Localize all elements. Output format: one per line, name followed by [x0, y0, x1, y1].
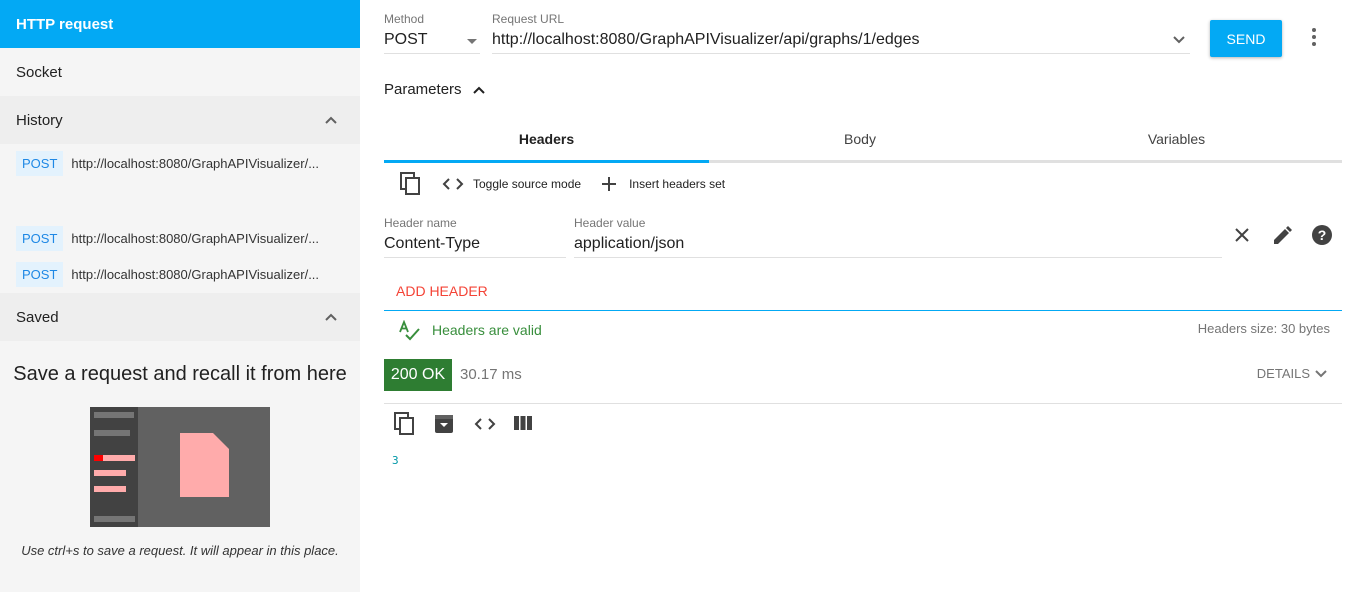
sidebar: HTTP request Socket History POST http://…: [0, 0, 360, 592]
history-url: http://localhost:8080/GraphAPIVisualizer…: [71, 230, 320, 246]
headers-valid-text: Headers are valid: [432, 322, 542, 338]
saved-help-text: Use ctrl+s to save a request. It will ap…: [21, 543, 339, 558]
insert-headers-label: Insert headers set: [629, 177, 726, 191]
dropdown-arrow-icon: [467, 39, 477, 44]
saved-label: Saved: [16, 308, 59, 326]
parameters-toggle[interactable]: Parameters: [384, 81, 486, 98]
close-icon[interactable]: [1235, 228, 1249, 242]
params-tabs: Headers Body Variables: [384, 117, 1342, 163]
method-badge: POST: [16, 150, 64, 176]
method-label: Method: [384, 12, 425, 26]
request-panel: Method POST Request URL http://localhost…: [384, 0, 1342, 592]
nav-socket-label: Socket: [16, 63, 62, 81]
method-badge: POST: [16, 225, 64, 251]
status-text: 200 OK: [390, 366, 446, 383]
chevron-down-icon: [1315, 369, 1327, 377]
method-select[interactable]: POST: [384, 28, 480, 54]
url-label: Request URL: [492, 12, 565, 26]
status-badge: 200 OK: [384, 359, 452, 391]
send-label: SEND: [1226, 30, 1266, 47]
nav-http-request[interactable]: HTTP request: [0, 0, 360, 48]
header-name-label: Header name: [384, 216, 457, 230]
method-value: POST: [384, 31, 428, 48]
tab-variables-label: Variables: [1147, 131, 1206, 147]
tab-headers[interactable]: Headers: [384, 117, 709, 161]
plus-icon: [602, 177, 617, 191]
saved-empty-illustration: [90, 407, 270, 527]
send-button[interactable]: SEND: [1210, 20, 1282, 57]
header-value-label: Header value: [574, 216, 646, 230]
edit-icon[interactable]: [1272, 226, 1292, 246]
copy-icon[interactable]: [400, 172, 422, 196]
details-toggle[interactable]: DETAILS: [1257, 366, 1328, 381]
svg-text:?: ?: [1318, 227, 1327, 243]
tab-indicator: [384, 160, 709, 163]
help-icon[interactable]: ?: [1311, 224, 1333, 246]
headers-size-text: Headers size: 30 bytes: [1197, 321, 1330, 336]
tab-body-label: Body: [844, 131, 876, 147]
history-url: http://localhost:8080/GraphAPIVisualizer…: [71, 155, 320, 171]
add-header-button[interactable]: ADD HEADER: [396, 283, 488, 299]
response-time: 30.17 ms: [460, 366, 522, 383]
chevron-up-icon[interactable]: [324, 310, 338, 324]
toggle-source-button[interactable]: Toggle source mode: [442, 177, 581, 191]
history-item[interactable]: POST http://localhost:8080/GraphAPIVisua…: [0, 256, 360, 292]
header-value-input[interactable]: application/json: [574, 235, 684, 253]
saved-section-header[interactable]: Saved: [0, 293, 360, 341]
spellcheck-icon: [399, 320, 420, 341]
url-value: http://localhost:8080/GraphAPIVisualizer…: [492, 31, 920, 48]
chevron-up-icon: [472, 86, 485, 94]
details-label: DETAILS: [1256, 366, 1310, 381]
header-name-input[interactable]: Content-Type: [384, 235, 480, 253]
tab-body[interactable]: Body: [709, 117, 1011, 161]
insert-headers-button[interactable]: Insert headers set: [601, 176, 725, 192]
more-options-icon[interactable]: [1309, 28, 1319, 48]
history-section-header[interactable]: History: [0, 96, 360, 144]
chevron-down-icon[interactable]: [1172, 35, 1186, 45]
nav-http-request-label: HTTP request: [16, 15, 114, 33]
method-badge: POST: [16, 261, 64, 287]
tab-headers-label: Headers: [518, 131, 575, 147]
tab-variables[interactable]: Variables: [1011, 117, 1342, 161]
columns-icon[interactable]: [514, 416, 532, 430]
headers-toolbar: Toggle source mode Insert headers set: [400, 171, 725, 197]
url-input[interactable]: http://localhost:8080/GraphAPIVisualizer…: [492, 28, 1190, 54]
history-label: History: [16, 111, 63, 129]
save-file-icon[interactable]: [434, 414, 454, 434]
toggle-source-label: Toggle source mode: [473, 177, 582, 191]
history-item[interactable]: POST http://localhost:8080/GraphAPIVisua…: [0, 145, 360, 181]
history-item[interactable]: POST http://localhost:8080/GraphAPIVisua…: [0, 220, 360, 256]
nav-socket[interactable]: Socket: [0, 48, 360, 96]
response-body: 3: [392, 454, 399, 467]
parameters-label: Parameters: [384, 81, 462, 98]
code-icon: [442, 178, 464, 190]
copy-icon[interactable]: [394, 412, 416, 436]
saved-empty-title: Save a request and recall it from here: [13, 363, 347, 385]
code-icon[interactable]: [474, 417, 496, 431]
history-url: http://localhost:8080/GraphAPIVisualizer…: [71, 266, 320, 282]
chevron-up-icon[interactable]: [324, 113, 338, 127]
